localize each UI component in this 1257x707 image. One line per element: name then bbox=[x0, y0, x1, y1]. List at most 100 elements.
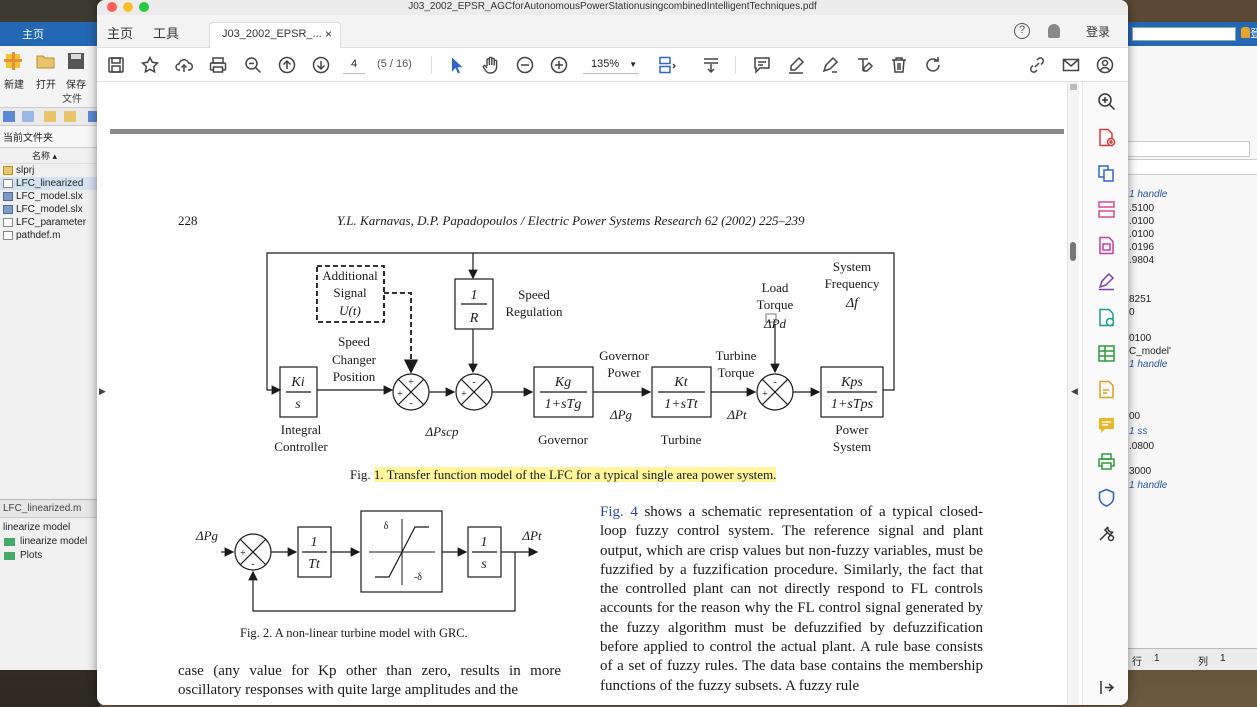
workspace-value[interactable]: 3000 bbox=[1129, 466, 1151, 477]
highlight-pen-icon[interactable] bbox=[787, 56, 805, 74]
organize-pages-icon[interactable] bbox=[1097, 200, 1116, 219]
back-arrow-icon[interactable] bbox=[3, 111, 15, 122]
zoom-out-icon[interactable] bbox=[516, 56, 534, 74]
workspace-value[interactable]: 0 bbox=[1129, 307, 1135, 318]
workspace-value[interactable]: .5100 bbox=[1129, 203, 1154, 214]
matlab-search-input[interactable] bbox=[1132, 27, 1236, 41]
bell-icon[interactable] bbox=[1241, 27, 1250, 38]
fig2-label: δ bbox=[384, 521, 389, 532]
right-panel-toggle-icon[interactable]: ◀ bbox=[1071, 386, 1078, 397]
fig1-label: Torque bbox=[757, 297, 794, 312]
details-item[interactable]: Plots bbox=[0, 549, 99, 563]
workspace-value[interactable]: .9804 bbox=[1129, 255, 1154, 266]
workspace-value[interactable]: 1 ss bbox=[1129, 426, 1147, 437]
edit-text-icon[interactable] bbox=[856, 56, 874, 74]
workspace-value[interactable]: 8251 bbox=[1129, 294, 1151, 305]
file-item[interactable]: LFC_model.slx bbox=[0, 203, 99, 216]
login-link[interactable]: 登录 bbox=[1086, 23, 1110, 40]
file-item[interactable]: slprj bbox=[0, 164, 99, 177]
workspace-value[interactable]: 0100 bbox=[1129, 333, 1151, 344]
create-pdf-icon[interactable] bbox=[1097, 128, 1116, 147]
previous-page-icon[interactable] bbox=[278, 56, 296, 74]
link-edit-icon[interactable] bbox=[1028, 56, 1046, 74]
cloud-upload-icon[interactable] bbox=[175, 56, 193, 74]
workspace-value[interactable]: .0100 bbox=[1129, 229, 1154, 240]
page-number-input[interactable]: 4 bbox=[343, 56, 365, 74]
up-folder-icon[interactable] bbox=[44, 111, 56, 122]
file-item[interactable]: LFC_parameter bbox=[0, 216, 99, 229]
document-viewer[interactable]: ▶ 228 Y.L. Karnavas, D.P. Papadopoulos /… bbox=[97, 82, 1082, 705]
file-item[interactable]: pathdef.m bbox=[0, 229, 99, 242]
close-tab-icon[interactable]: × bbox=[325, 27, 332, 41]
matlab-new-button[interactable]: 新建 bbox=[0, 52, 28, 91]
bookmark-star-icon[interactable] bbox=[141, 56, 159, 74]
notifications-bell-icon[interactable] bbox=[1048, 24, 1060, 38]
fill-sign-icon[interactable] bbox=[1097, 272, 1116, 291]
matlab-open-button[interactable]: 打开 bbox=[32, 52, 60, 91]
chevron-down-icon: ▼ bbox=[629, 60, 637, 69]
comment-icon[interactable] bbox=[753, 56, 771, 74]
zoom-tool-icon[interactable] bbox=[1097, 92, 1116, 111]
fig1-label: Power bbox=[835, 422, 869, 437]
hand-tool-icon[interactable] bbox=[482, 56, 500, 74]
browse-folder-icon[interactable] bbox=[64, 111, 76, 122]
combine-files-icon[interactable] bbox=[1097, 164, 1116, 183]
matlab-home-tab[interactable]: 主页 bbox=[0, 22, 99, 46]
workspace-value[interactable]: .0196 bbox=[1129, 242, 1154, 253]
user-account-icon[interactable] bbox=[1096, 56, 1114, 74]
workspace-value[interactable]: C_model' bbox=[1129, 346, 1171, 357]
details-item[interactable]: linearize model bbox=[0, 535, 99, 549]
fig1-label: Kg bbox=[554, 375, 571, 390]
more-tools-icon[interactable] bbox=[1097, 524, 1116, 543]
workspace-value[interactable]: 1 handle bbox=[1129, 189, 1167, 200]
email-icon[interactable] bbox=[1062, 56, 1080, 74]
edit-pdf-icon[interactable] bbox=[1097, 236, 1116, 255]
fig1-label: System bbox=[833, 439, 871, 454]
print-production-icon[interactable] bbox=[1097, 452, 1116, 471]
name-column-header[interactable]: 名称 ▴ bbox=[0, 148, 99, 164]
workspace-value[interactable]: .0100 bbox=[1129, 216, 1154, 227]
matlab-login-link[interactable]: 登 bbox=[1250, 25, 1257, 41]
paragraph-text: shows a schematic representation of a ty… bbox=[600, 504, 983, 694]
workspace-value[interactable]: 00 bbox=[1129, 411, 1140, 422]
figure-4-link[interactable]: Fig. 4 bbox=[600, 504, 638, 520]
collapse-panel-icon[interactable] bbox=[1097, 678, 1116, 697]
home-tab[interactable]: 主页 bbox=[107, 23, 133, 42]
scrollbar-thumb[interactable] bbox=[1070, 242, 1076, 261]
right-tools-panel: ◀ bbox=[1071, 82, 1128, 705]
scroll-up-arrow[interactable] bbox=[1070, 84, 1077, 90]
fig1-label: ΔPscp bbox=[425, 424, 459, 439]
scroll-mode-icon[interactable] bbox=[702, 56, 720, 74]
zoom-level-dropdown[interactable]: 135% ▼ bbox=[583, 56, 639, 74]
zoom-search-icon[interactable] bbox=[244, 56, 262, 74]
matlab-save-button[interactable]: 保存 bbox=[62, 52, 90, 91]
save-file-icon[interactable] bbox=[107, 56, 125, 74]
draw-signature-icon[interactable] bbox=[821, 56, 839, 74]
protect-shield-icon[interactable] bbox=[1097, 488, 1116, 507]
caption-highlighted: 1. Transfer function model of the LFC fo… bbox=[373, 467, 777, 482]
next-page-icon[interactable] bbox=[312, 56, 330, 74]
matlab-workspace-dropdown[interactable] bbox=[1126, 159, 1257, 175]
workspace-value[interactable]: 1 handle bbox=[1129, 359, 1167, 370]
rotate-icon[interactable] bbox=[924, 56, 942, 74]
print-icon[interactable] bbox=[209, 56, 227, 74]
delete-trash-icon[interactable] bbox=[890, 56, 908, 74]
matlab-path-dropdown[interactable] bbox=[1126, 141, 1250, 157]
send-for-review-icon[interactable] bbox=[1097, 380, 1116, 399]
spreadsheet-export-icon[interactable] bbox=[1097, 344, 1116, 363]
help-icon[interactable]: ? bbox=[1014, 23, 1030, 39]
file-name: LFC_parameter bbox=[16, 217, 87, 228]
tools-tab[interactable]: 工具 bbox=[153, 23, 179, 42]
fig1-label: Governor bbox=[538, 432, 588, 447]
zoom-in-icon[interactable] bbox=[550, 56, 568, 74]
workspace-value[interactable]: 1 handle bbox=[1129, 480, 1167, 491]
page-layout-icon[interactable] bbox=[658, 56, 676, 74]
export-pdf-icon[interactable] bbox=[1097, 308, 1116, 327]
document-tab[interactable]: J03_2002_EPSR_... × bbox=[209, 22, 341, 48]
forward-arrow-icon[interactable] bbox=[22, 111, 34, 122]
workspace-value[interactable]: .0800 bbox=[1129, 441, 1154, 452]
comment-panel-icon[interactable] bbox=[1097, 416, 1116, 435]
file-item[interactable]: LFC_model.slx bbox=[0, 190, 99, 203]
file-item[interactable]: LFC_linearized bbox=[0, 177, 99, 190]
select-cursor-icon[interactable] bbox=[448, 56, 466, 74]
